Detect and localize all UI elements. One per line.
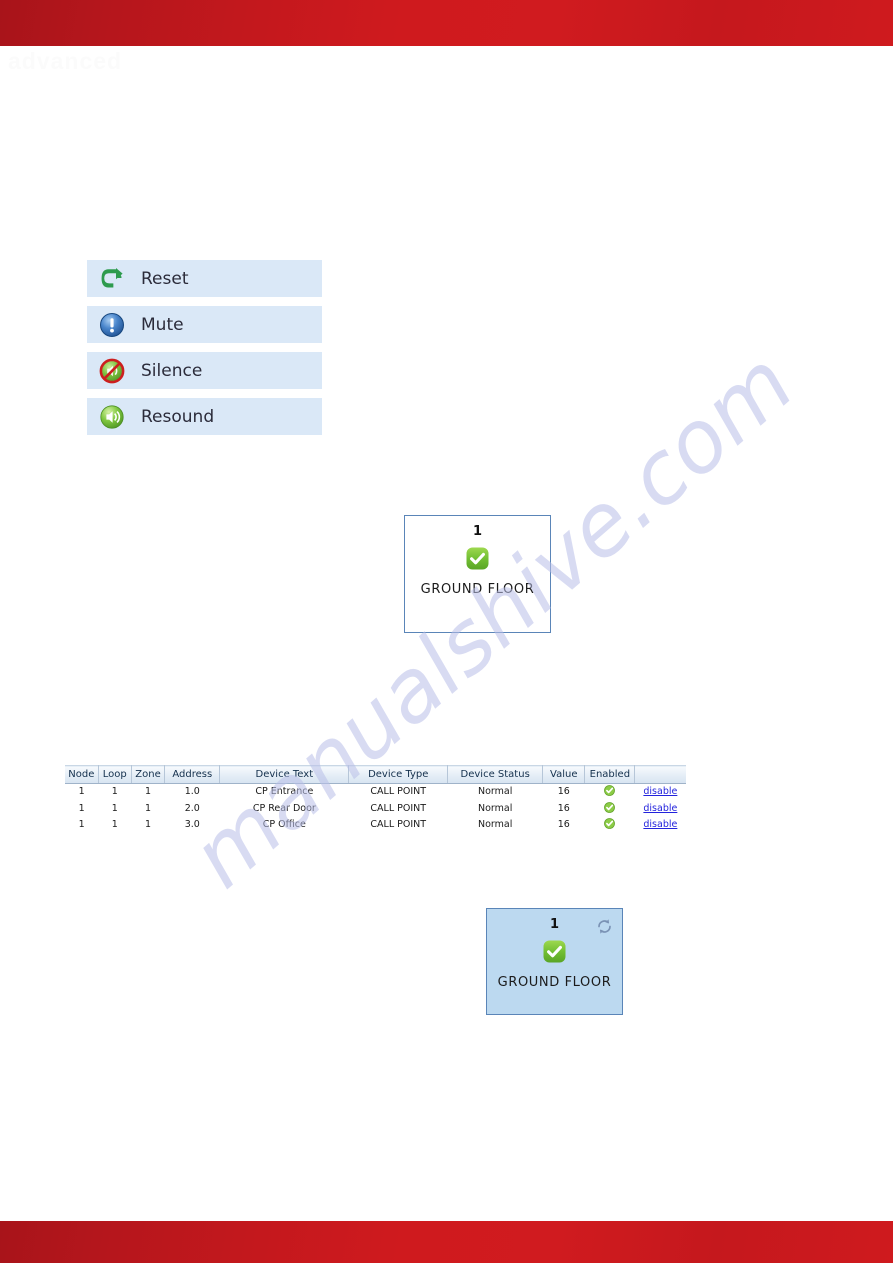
cell-enabled	[585, 817, 635, 834]
table-header-row: Node Loop Zone Address Device Text Devic…	[65, 765, 686, 784]
speaker-sound-icon	[99, 404, 125, 430]
reset-button-label: Reset	[141, 268, 189, 289]
footer-band	[0, 1221, 893, 1263]
header-logo-ghost: advanced	[8, 48, 123, 74]
device-table: Node Loop Zone Address Device Text Devic…	[65, 765, 686, 834]
disable-link[interactable]: disable	[643, 803, 677, 814]
disable-link[interactable]: disable	[643, 819, 677, 830]
column-header-device-type[interactable]: Device Type	[348, 765, 449, 784]
cell-device-text: CP Office	[262, 819, 306, 831]
green-check-badge-icon	[465, 546, 490, 571]
zone-number: 1	[549, 917, 560, 932]
cell-enabled	[585, 784, 635, 801]
cell-enabled	[585, 801, 635, 818]
green-check-badge-icon	[542, 939, 567, 964]
column-header-enabled[interactable]: Enabled	[584, 765, 636, 784]
cell-device-text: CP Rear Door	[252, 802, 316, 814]
cell-value: 16	[557, 819, 570, 831]
column-header-zone[interactable]: Zone	[131, 765, 166, 784]
silence-button[interactable]: Silence	[87, 352, 322, 389]
reset-arrow-icon	[99, 266, 125, 292]
cell-value: 16	[557, 786, 570, 797]
header-band	[0, 0, 893, 46]
table-row[interactable]: 1 1 1 2.0 CP Rear Door CALL POINT Normal…	[65, 801, 686, 818]
cell-action: disable	[635, 801, 686, 818]
cell-device-status: Normal	[477, 786, 513, 797]
zone-number: 1	[472, 524, 483, 539]
mute-button-label: Mute	[141, 314, 184, 335]
resound-button[interactable]: Resound	[87, 398, 322, 435]
cell-address: 1.0	[184, 786, 200, 797]
cell-device-text: CP Entrance	[255, 786, 314, 797]
cell-node: 1	[78, 802, 85, 814]
resound-button-label: Resound	[141, 406, 215, 427]
green-check-icon	[604, 818, 616, 830]
column-header-node[interactable]: Node	[65, 765, 99, 784]
cell-device-type: CALL POINT	[370, 786, 427, 797]
silence-button-label: Silence	[141, 360, 203, 381]
cell-loop: 1	[111, 786, 118, 797]
cell-address: 2.0	[184, 802, 200, 814]
speaker-prohibited-icon	[99, 358, 125, 384]
column-header-device-text[interactable]: Device Text	[219, 765, 350, 784]
cell-value: 16	[557, 802, 570, 814]
column-header-loop[interactable]: Loop	[98, 765, 132, 784]
column-header-address[interactable]: Address	[164, 765, 221, 784]
cell-device-status: Normal	[477, 802, 513, 814]
mute-button[interactable]: Mute	[87, 306, 322, 343]
zone-name-label: GROUND FLOOR	[497, 975, 612, 990]
column-header-action	[634, 765, 686, 784]
table-row[interactable]: 1 1 1 3.0 CP Office CALL POINT Normal 16…	[65, 817, 686, 834]
cell-node: 1	[78, 786, 85, 797]
refresh-icon[interactable]	[596, 918, 613, 935]
column-header-device-status[interactable]: Device Status	[447, 765, 544, 784]
table-row[interactable]: 1 1 1 1.0 CP Entrance CALL POINT Normal …	[65, 784, 686, 801]
zone-panel-ground-floor-selected[interactable]: 1 GROUND FLOOR	[486, 908, 623, 1015]
cell-device-type: CALL POINT	[370, 802, 427, 814]
reset-button[interactable]: Reset	[87, 260, 322, 297]
cell-node: 1	[78, 819, 85, 831]
green-check-icon	[604, 801, 616, 813]
cell-action: disable	[635, 784, 686, 801]
cell-device-type: CALL POINT	[370, 819, 427, 831]
info-exclamation-icon	[99, 312, 125, 338]
device-table-container: Node Loop Zone Address Device Text Devic…	[65, 765, 686, 834]
cell-action: disable	[635, 817, 686, 834]
green-check-icon	[604, 785, 616, 796]
zone-panel-ground-floor-unselected[interactable]: 1 GROUND FLOOR	[404, 515, 551, 633]
action-button-list: Reset Mute Silence Resound	[87, 260, 322, 444]
cell-device-status: Normal	[477, 819, 513, 831]
disable-link[interactable]: disable	[643, 786, 677, 797]
zone-name-label: GROUND FLOOR	[420, 582, 535, 597]
cell-zone: 1	[144, 802, 152, 814]
cell-zone: 1	[144, 786, 152, 797]
cell-loop: 1	[111, 802, 118, 814]
column-header-value[interactable]: Value	[542, 765, 586, 784]
cell-loop: 1	[111, 819, 118, 831]
cell-zone: 1	[144, 819, 152, 831]
cell-address: 3.0	[184, 819, 200, 831]
